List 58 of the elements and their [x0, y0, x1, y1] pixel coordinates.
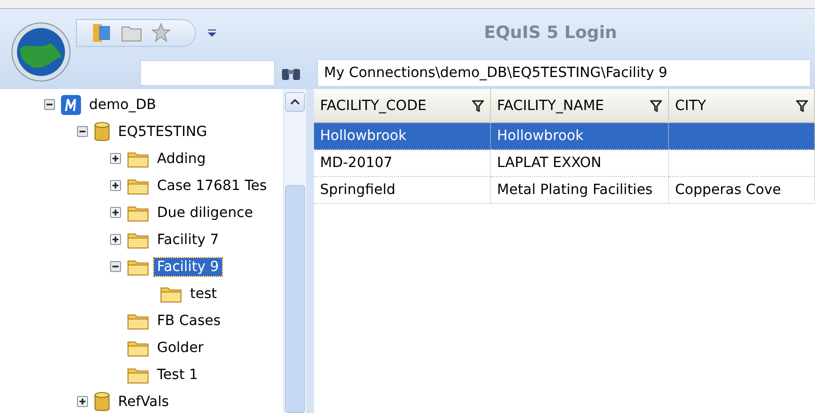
search-field[interactable]	[140, 60, 275, 86]
table-cell: Hollowbrook	[491, 123, 669, 150]
filter-icon[interactable]	[796, 100, 808, 112]
column-title: FACILITY_CODE	[320, 98, 426, 114]
column-header[interactable]: CITY	[669, 89, 815, 123]
folder-icon	[127, 230, 149, 248]
tree-item[interactable]: Adding	[154, 150, 209, 168]
path-field[interactable]: My Connections\demo_DB\EQ5TESTING\Facility 9	[317, 59, 811, 87]
tree-item[interactable]: EQ5TESTING	[115, 122, 210, 140]
expand-icon[interactable]	[110, 180, 121, 191]
dropdown-icon[interactable]	[208, 29, 216, 37]
collapse-icon[interactable]	[77, 126, 88, 137]
scroll-up-button[interactable]	[285, 92, 305, 112]
folder-icon	[127, 150, 149, 168]
book-icon[interactable]	[91, 23, 113, 43]
expand-icon[interactable]	[110, 153, 121, 164]
tree-item[interactable]: demo_DB	[86, 96, 160, 114]
tree-item[interactable]: Facility 9	[154, 258, 222, 276]
tree-item[interactable]: Due diligence	[154, 204, 256, 222]
database-m-icon	[61, 94, 81, 114]
filter-icon[interactable]	[472, 100, 484, 112]
column-title: CITY	[675, 98, 706, 114]
database-icon	[94, 120, 110, 142]
expand-icon[interactable]	[77, 396, 88, 407]
caret-icon	[290, 98, 300, 105]
column-header[interactable]: FACILITY_CODE	[314, 89, 491, 123]
folder-icon	[127, 258, 149, 276]
folder-icon	[127, 338, 149, 356]
tree-item[interactable]: test	[187, 284, 220, 302]
tree-item[interactable]: FB Cases	[154, 312, 224, 330]
tree-item[interactable]: Facility 7	[154, 230, 222, 248]
table-cell: LAPLAT EXXON	[491, 150, 669, 177]
expand-icon[interactable]	[110, 207, 121, 218]
tree-item[interactable]: RefVals	[115, 392, 172, 410]
expand-icon[interactable]	[110, 234, 121, 245]
table-cell: Hollowbrook	[314, 123, 491, 150]
tree-item[interactable]: Case 17681 Tes	[154, 176, 270, 194]
table-cell: Springfield	[314, 177, 491, 204]
table-cell: Copperas Cove	[669, 177, 815, 204]
column-title: FACILITY_NAME	[497, 98, 604, 114]
table-cell: Metal Plating Facilities	[491, 177, 669, 204]
database-icon	[94, 390, 110, 412]
folder-icon	[127, 312, 149, 330]
window-title: EQuIS 5 Login	[482, 23, 618, 43]
folder-icon	[127, 366, 149, 384]
scrollbar-thumb[interactable]	[285, 184, 305, 413]
tree-item[interactable]: Golder	[154, 338, 207, 356]
column-header[interactable]: FACILITY_NAME	[491, 89, 669, 123]
app-logo[interactable]	[10, 21, 72, 83]
filter-icon[interactable]	[650, 100, 662, 112]
collapse-icon[interactable]	[44, 99, 55, 110]
collapse-icon[interactable]	[110, 261, 121, 272]
star-icon[interactable]	[151, 23, 171, 43]
folder-icon	[127, 176, 149, 194]
tree-item[interactable]: Test 1	[154, 366, 201, 384]
folder-icon	[160, 284, 182, 302]
table-cell: MD-20107	[314, 150, 491, 177]
folder-icon	[127, 204, 149, 222]
